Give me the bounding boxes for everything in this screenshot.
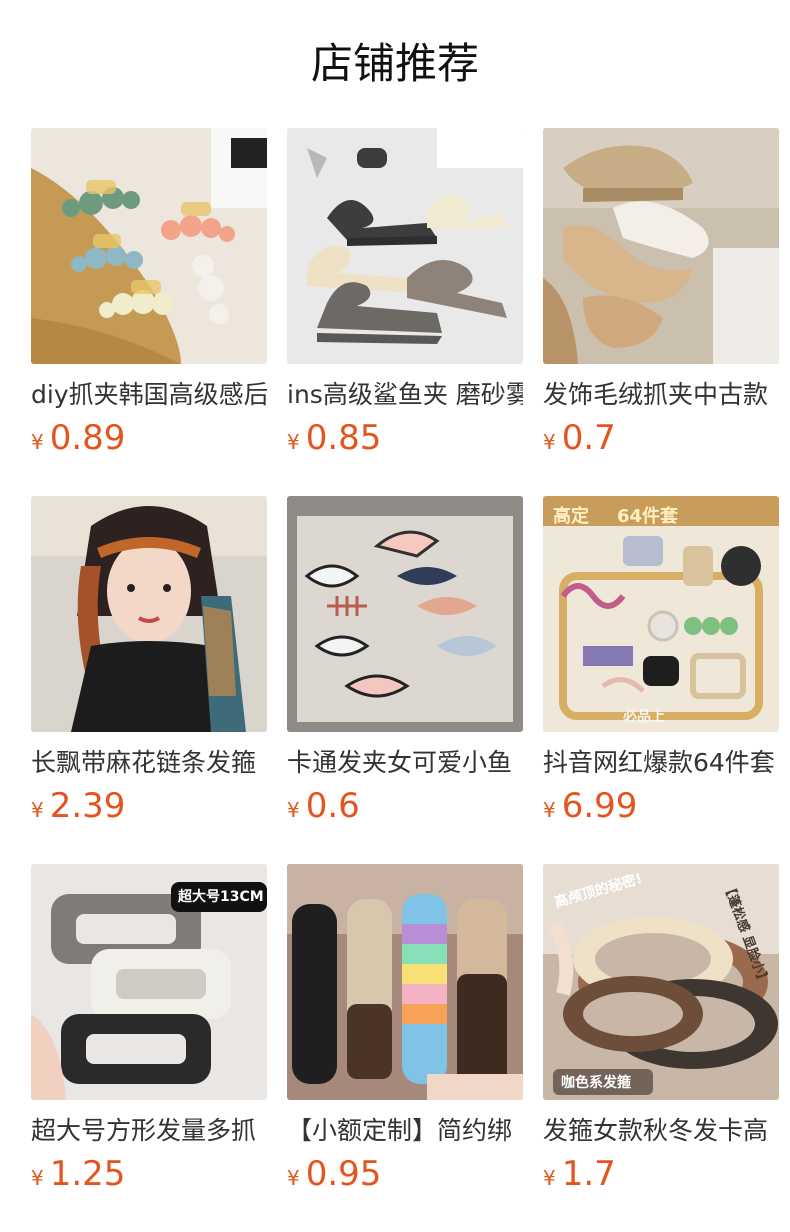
product-price: ¥1.25 xyxy=(31,1154,267,1200)
product-image[interactable] xyxy=(31,496,267,732)
product-card[interactable]: 【小额定制】简约绑 ¥0.95 xyxy=(287,864,523,1232)
currency-symbol: ¥ xyxy=(543,798,556,822)
product-image[interactable]: 高颅顶的秘密! 【蓬松感 显脸小】 咖色系发箍 xyxy=(543,864,779,1100)
product-price: ¥2.39 xyxy=(31,786,267,832)
product-title[interactable]: 抖音网红爆款64件套 xyxy=(543,746,779,780)
price-amount: 0.7 xyxy=(561,418,616,458)
product-image[interactable] xyxy=(543,128,779,364)
product-image[interactable]: 高定 64件套 必品上 xyxy=(543,496,779,732)
product-price: ¥1.7 xyxy=(543,1154,779,1200)
product-title[interactable]: diy抓夹韩国高级感后 xyxy=(31,378,267,412)
currency-symbol: ¥ xyxy=(287,430,300,454)
overlay-label: 必品上 xyxy=(623,709,665,725)
product-price: ¥0.7 xyxy=(543,418,779,464)
price-amount: 2.39 xyxy=(49,786,126,826)
product-title[interactable]: 卡通发夹女可爱小鱼 xyxy=(287,746,523,780)
currency-symbol: ¥ xyxy=(31,798,44,822)
currency-symbol: ¥ xyxy=(543,430,556,454)
price-amount: 1.25 xyxy=(49,1154,126,1194)
product-card[interactable]: diy抓夹韩国高级感后 ¥0.89 xyxy=(31,128,267,496)
size-badge: 超大号13CM xyxy=(178,889,264,905)
price-amount: 0.6 xyxy=(305,786,360,826)
product-card[interactable]: 高定 64件套 必品上 抖音网红爆款64件套 ¥6.99 xyxy=(543,496,779,864)
currency-symbol: ¥ xyxy=(287,798,300,822)
overlay-label: 64件套 xyxy=(617,506,679,527)
currency-symbol: ¥ xyxy=(287,1166,300,1190)
price-amount: 0.85 xyxy=(305,418,382,458)
product-grid: diy抓夹韩国高级感后 ¥0.89 ins高级鲨鱼夹 磨砂雾 ¥0.85 发饰毛… xyxy=(31,128,779,1232)
currency-symbol: ¥ xyxy=(543,1166,556,1190)
price-amount: 0.89 xyxy=(49,418,126,458)
product-price: ¥0.89 xyxy=(31,418,267,464)
price-amount: 1.7 xyxy=(561,1154,616,1194)
product-price: ¥0.85 xyxy=(287,418,523,464)
currency-symbol: ¥ xyxy=(31,430,44,454)
product-price: ¥6.99 xyxy=(543,786,779,832)
product-card[interactable]: 长飘带麻花链条发箍 ¥2.39 xyxy=(31,496,267,864)
product-image[interactable] xyxy=(287,128,523,364)
product-title[interactable]: 发箍女款秋冬发卡高 xyxy=(543,1114,779,1148)
overlay-label: 咖色系发箍 xyxy=(561,1075,631,1091)
product-card[interactable]: 发饰毛绒抓夹中古款 ¥0.7 xyxy=(543,128,779,496)
product-title[interactable]: 超大号方形发量多抓 xyxy=(31,1114,267,1148)
product-image[interactable] xyxy=(287,864,523,1100)
product-title[interactable]: ins高级鲨鱼夹 磨砂雾 xyxy=(287,378,523,412)
product-title[interactable]: 发饰毛绒抓夹中古款 xyxy=(543,378,779,412)
product-title[interactable]: 【小额定制】简约绑 xyxy=(287,1114,523,1148)
overlay-label: 高定 xyxy=(553,506,589,527)
price-amount: 0.95 xyxy=(305,1154,382,1194)
product-card[interactable]: 卡通发夹女可爱小鱼 ¥0.6 xyxy=(287,496,523,864)
currency-symbol: ¥ xyxy=(31,1166,44,1190)
product-price: ¥0.6 xyxy=(287,786,523,832)
product-image[interactable] xyxy=(31,128,267,364)
page-title: 店铺推荐 xyxy=(310,39,479,88)
price-amount: 6.99 xyxy=(561,786,638,826)
product-title[interactable]: 长飘带麻花链条发箍 xyxy=(31,746,267,780)
product-card[interactable]: ins高级鲨鱼夹 磨砂雾 ¥0.85 xyxy=(287,128,523,496)
product-image[interactable]: 超大号13CM xyxy=(31,864,267,1100)
product-card[interactable]: 超大号13CM 超大号方形发量多抓 ¥1.25 xyxy=(31,864,267,1232)
product-price: ¥0.95 xyxy=(287,1154,523,1200)
product-card[interactable]: 高颅顶的秘密! 【蓬松感 显脸小】 咖色系发箍 发箍女款秋冬发卡高 ¥1.7 xyxy=(543,864,779,1232)
product-image[interactable] xyxy=(287,496,523,732)
